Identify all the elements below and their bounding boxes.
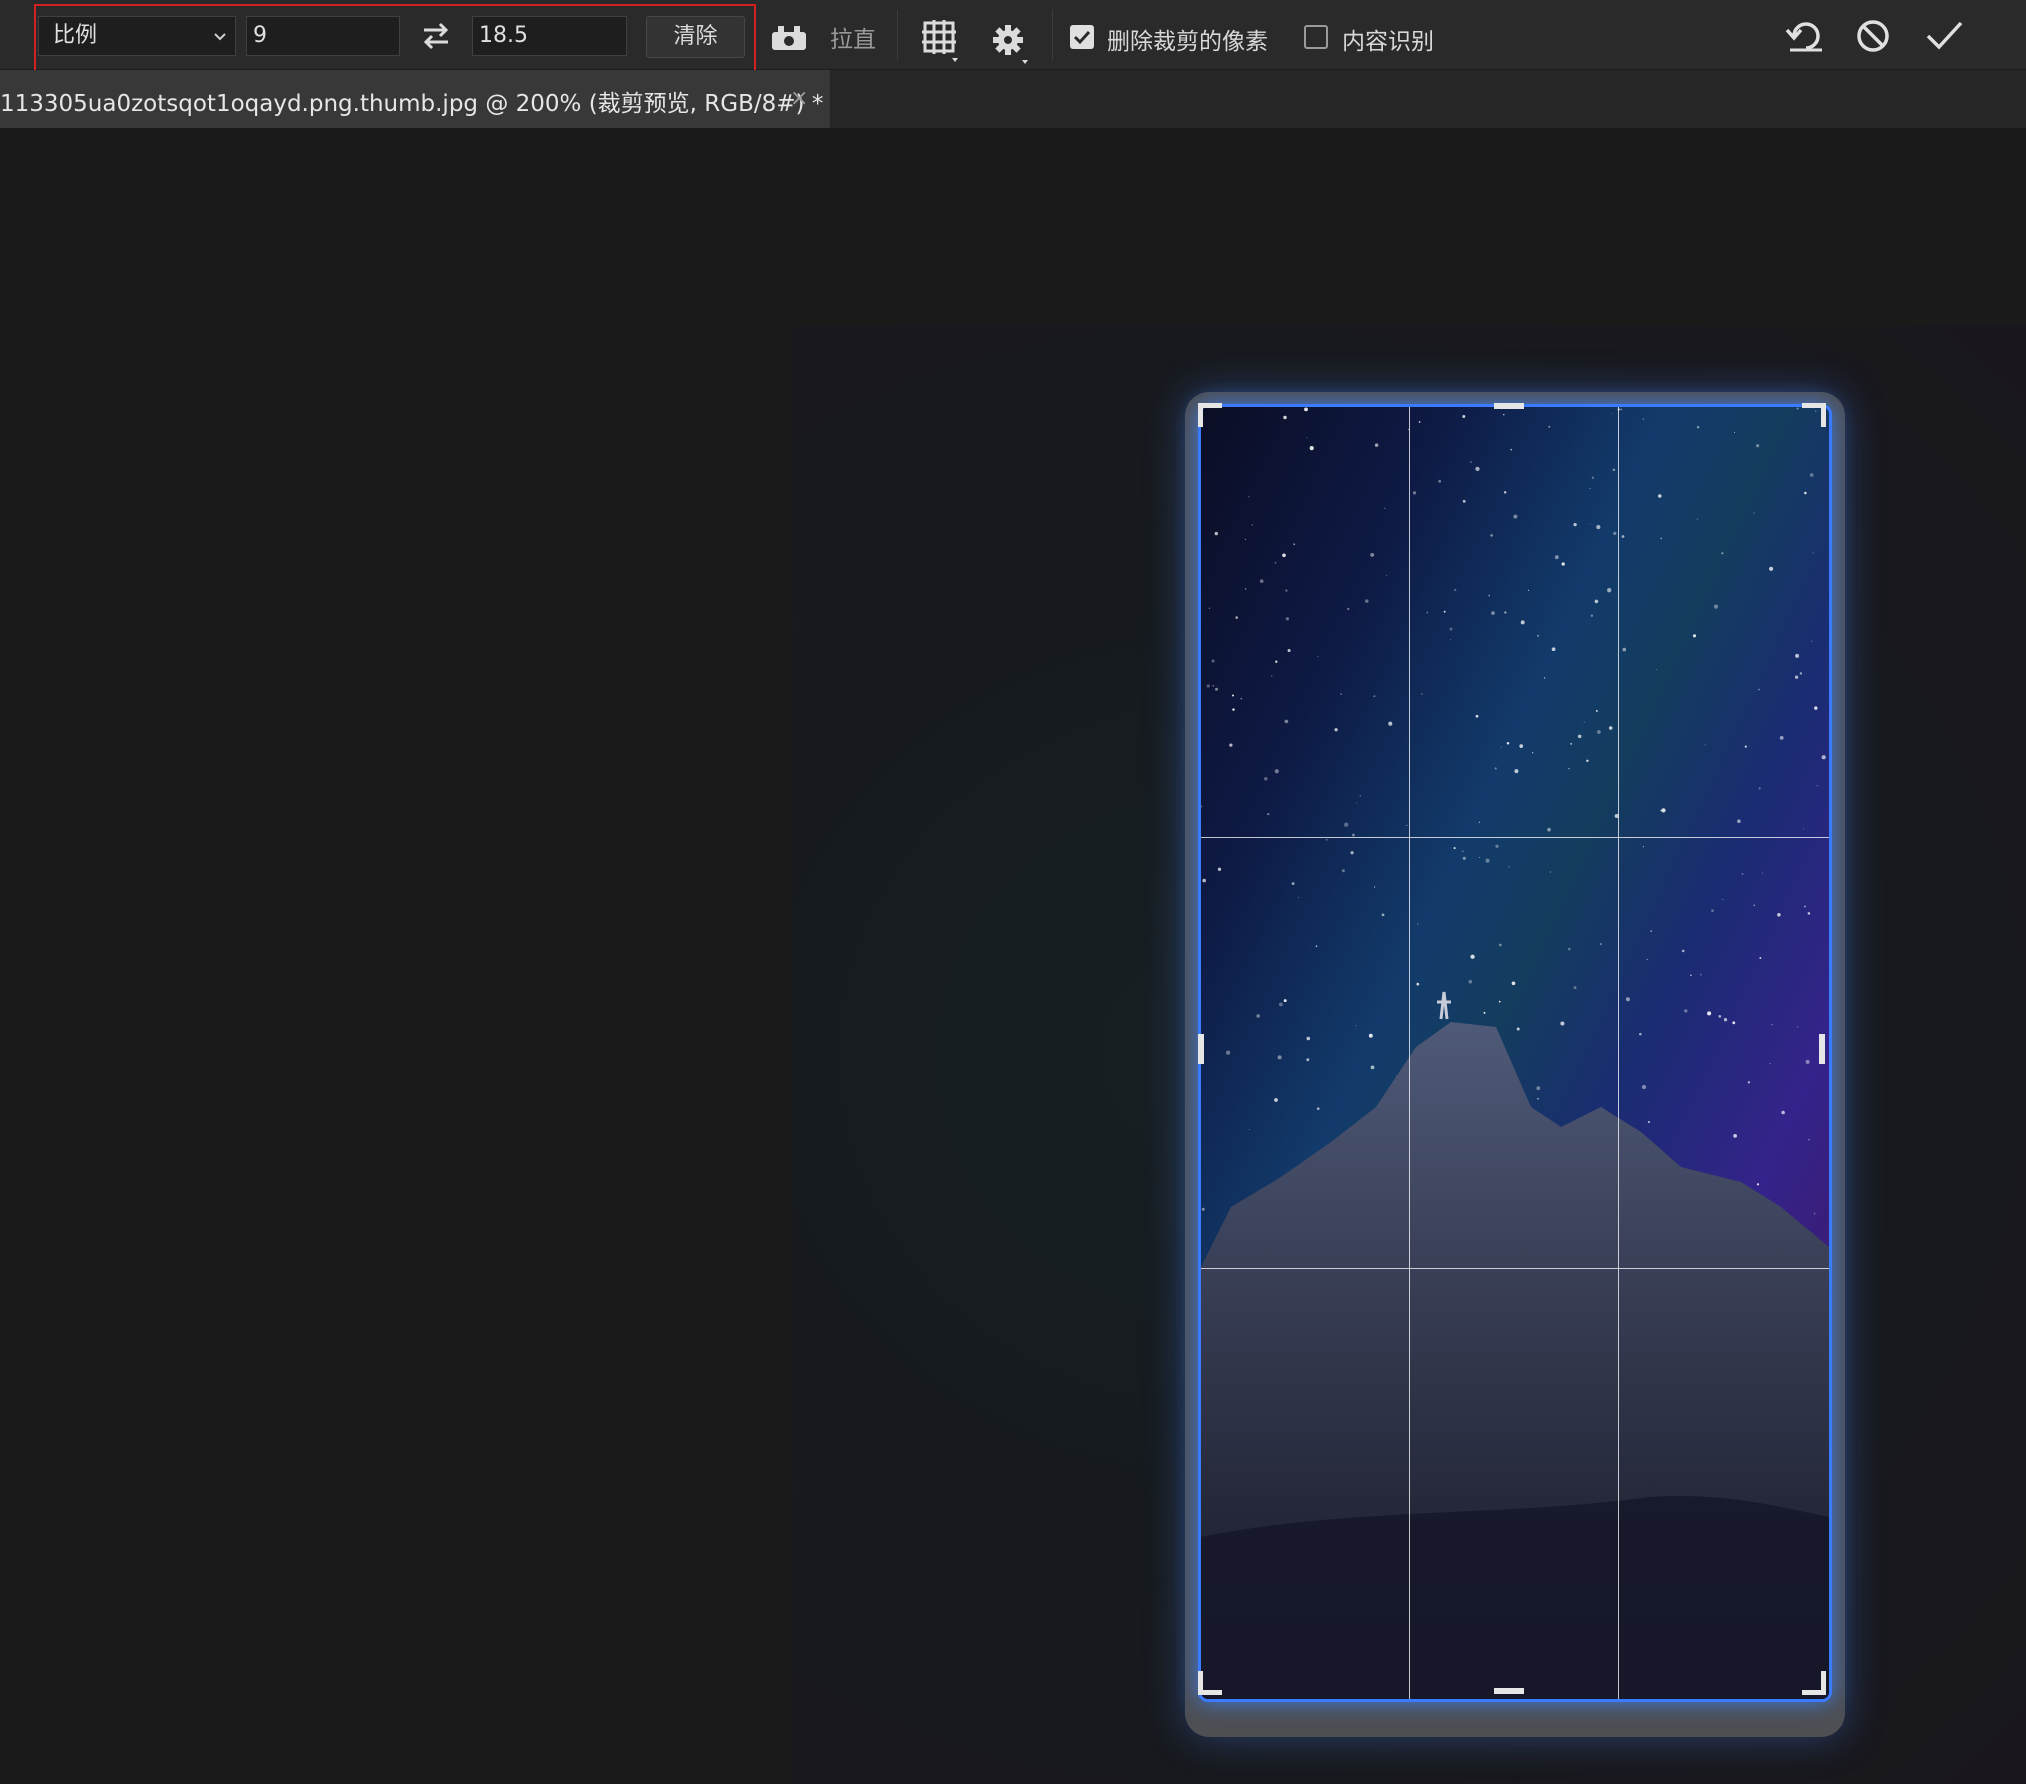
cancel-circle-icon — [1857, 20, 1889, 52]
thirds-grid-line — [1201, 837, 1829, 838]
reset-crop-button[interactable] — [1784, 14, 1828, 58]
thirds-grid-line — [1201, 1268, 1829, 1269]
grid-overlay-icon — [922, 20, 958, 62]
crop-handle-right[interactable] — [1819, 1034, 1825, 1064]
reset-undo-icon — [1785, 22, 1822, 52]
content-aware-checkbox[interactable] — [1304, 25, 1328, 49]
document-tab[interactable]: 113305ua0zotsqot1oqayd.png.thumb.jpg @ 2… — [0, 70, 830, 128]
preset-select-value: 比例 — [53, 23, 98, 48]
checkmark-icon — [1073, 30, 1091, 45]
crop-handle-bottom-right[interactable] — [1821, 1671, 1826, 1695]
crop-handle-top[interactable] — [1494, 403, 1524, 409]
crop-handle-bottom-left[interactable] — [1198, 1671, 1203, 1695]
thirds-grid-line — [1618, 407, 1619, 1699]
crop-preview-area[interactable] — [1198, 404, 1832, 1702]
chevron-down-icon — [214, 33, 226, 41]
toolbar-divider — [1052, 10, 1053, 60]
aspect-ratio-preset-select[interactable]: 比例 — [38, 16, 236, 56]
crop-handle-left[interactable] — [1198, 1034, 1204, 1064]
crop-options-bar: 比例 9 18.5 清除 拉直 删除裁剪的像素 内容识别 — [0, 0, 2026, 82]
delete-cropped-pixels-label[interactable]: 删除裁剪的像素 — [1107, 22, 1268, 56]
cancel-crop-button[interactable] — [1852, 14, 1894, 58]
straighten-level-icon — [772, 26, 806, 50]
straighten-label[interactable]: 拉直 — [830, 20, 876, 54]
crop-settings-button[interactable] — [990, 20, 1030, 66]
straighten-button[interactable] — [770, 22, 808, 54]
clear-button[interactable]: 清除 — [646, 16, 745, 58]
crop-handle-top-right[interactable] — [1821, 403, 1826, 427]
swap-dimensions-button[interactable] — [418, 20, 454, 52]
crop-handle-bottom[interactable] — [1494, 1688, 1524, 1694]
crop-handle-top-left[interactable] — [1198, 403, 1203, 427]
overlay-options-button[interactable] — [920, 18, 960, 64]
ratio-width-input[interactable]: 9 — [246, 16, 400, 56]
thirds-grid-line — [1409, 407, 1410, 1699]
close-icon[interactable]: × — [790, 86, 808, 111]
delete-cropped-pixels-checkbox[interactable] — [1070, 25, 1094, 49]
checkmark-icon — [1926, 21, 1963, 50]
swap-arrows-icon — [423, 22, 449, 50]
content-aware-label[interactable]: 内容识别 — [1342, 22, 1434, 56]
ratio-height-input[interactable]: 18.5 — [472, 16, 627, 56]
toolbar-divider — [897, 10, 898, 60]
gear-icon — [993, 25, 1028, 64]
document-tab-bar: 113305ua0zotsqot1oqayd.png.thumb.jpg @ 2… — [0, 70, 2026, 128]
document-tab-title: 113305ua0zotsqot1oqayd.png.thumb.jpg @ 2… — [0, 91, 824, 117]
mountain-image — [1201, 991, 1829, 1699]
commit-crop-button[interactable] — [1922, 14, 1966, 58]
